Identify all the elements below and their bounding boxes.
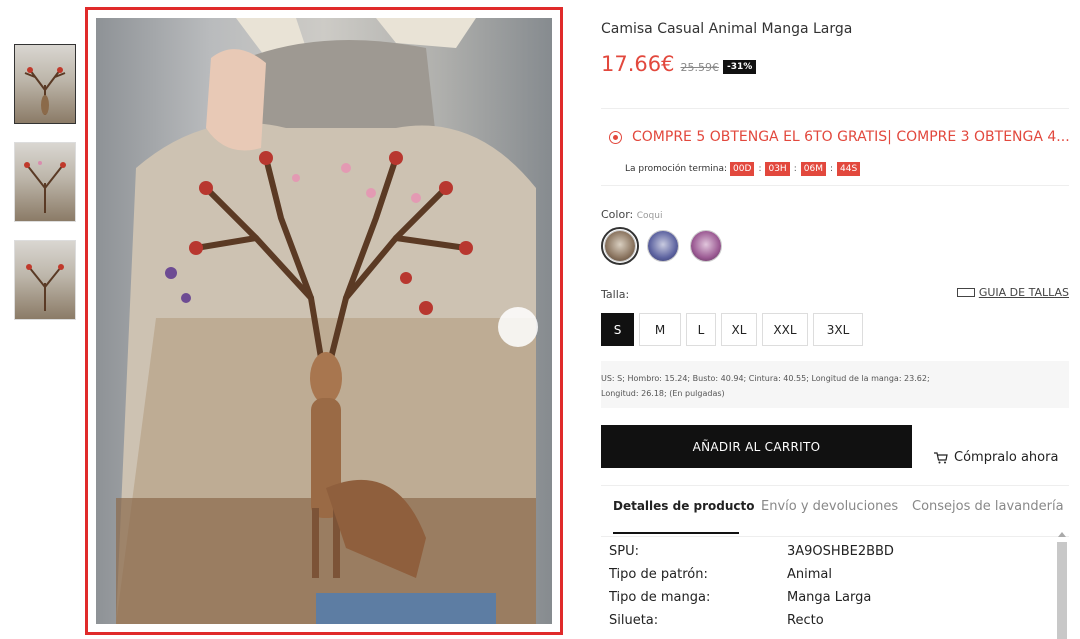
radio-dot-icon	[609, 130, 622, 144]
size-measurements: US: S; Hombro: 15.24; Busto: 40.94; Cint…	[601, 361, 1069, 408]
detail-key: SPU:	[609, 544, 639, 559]
detail-row: Tipo de patrón: Animal	[609, 567, 1054, 590]
tab-product-details[interactable]: Detalles de producto	[613, 499, 755, 513]
color-swatch-coqui[interactable]	[601, 227, 639, 265]
product-tabs: Detalles de producto Envío y devolucione…	[601, 485, 1069, 537]
detail-value: Manga Larga	[787, 590, 872, 605]
timer-minutes: 06M	[800, 162, 826, 176]
detail-key: Silueta:	[609, 613, 659, 628]
detail-key: Tipo de manga:	[609, 590, 711, 605]
cart-icon	[934, 451, 948, 464]
thumbnail-2[interactable]	[14, 142, 76, 222]
detail-value: Animal	[787, 567, 832, 582]
timer-label: La promoción termina:	[625, 164, 728, 174]
image-next-button[interactable]	[498, 307, 538, 347]
thumbnail-1[interactable]	[14, 44, 76, 124]
buy-now-link[interactable]: Cómpralo ahora	[934, 450, 1058, 465]
promotion-headline: COMPRE 5 OBTENGA EL 6TO GRATIS| COMPRE 3…	[632, 129, 1070, 145]
detail-row: Tipo de manga: Manga Larga	[609, 590, 1054, 613]
product-title: Camisa Casual Animal Manga Larga	[601, 21, 853, 37]
active-tab-indicator	[613, 532, 739, 534]
scroll-up-arrow-icon[interactable]	[1058, 532, 1066, 537]
scrollbar-thumb[interactable]	[1057, 542, 1067, 639]
size-option-l[interactable]: L	[686, 313, 716, 346]
tab-shipping-returns[interactable]: Envío y devoluciones	[761, 499, 898, 514]
ruler-icon	[956, 288, 975, 297]
color-swatch-blue[interactable]	[647, 230, 679, 262]
size-option-xxl[interactable]: XXL	[762, 313, 808, 346]
timer-days: 00D	[730, 162, 755, 176]
size-label: Talla:	[601, 288, 630, 301]
color-swatches	[601, 227, 733, 265]
tab-washing-tips[interactable]: Consejos de lavandería	[912, 499, 1064, 514]
main-product-image[interactable]	[85, 7, 563, 635]
size-option-xl[interactable]: XL	[721, 313, 757, 346]
discount-badge: -31%	[722, 60, 757, 74]
measurements-line-1: US: S; Hombro: 15.24; Busto: 40.94; Cint…	[601, 374, 930, 383]
sweater-image	[96, 18, 552, 624]
timer-seconds: 44S	[837, 162, 861, 176]
details-scrollbar[interactable]	[1055, 528, 1069, 639]
size-option-s[interactable]: S	[601, 313, 634, 346]
promotion-box: COMPRE 5 OBTENGA EL 6TO GRATIS| COMPRE 3…	[601, 108, 1070, 186]
measurements-line-2: Longitud: 26.18; (En pulgadas)	[601, 389, 725, 398]
current-price: 17.66€	[601, 52, 675, 76]
detail-row: Silueta: Recto	[609, 613, 1054, 636]
product-details-list: SPU: 3A9OSHBE2BBD Tipo de patrón: Animal…	[609, 544, 1054, 639]
size-option-3xl[interactable]: 3XL	[813, 313, 863, 346]
detail-value: Recto	[787, 613, 824, 628]
add-to-cart-button[interactable]: AÑADIR AL CARRITO	[601, 425, 912, 468]
thumbnail-3[interactable]	[14, 240, 76, 320]
price-row: 17.66€ 25.59€ -31%	[601, 52, 757, 76]
detail-value: 3A9OSHBE2BBD	[787, 544, 894, 559]
thumbnail-list	[14, 44, 76, 338]
timer-hours: 03H	[765, 162, 790, 176]
selected-color: Coqui	[636, 211, 663, 221]
promotion-headline-link[interactable]: COMPRE 5 OBTENGA EL 6TO GRATIS| COMPRE 3…	[609, 129, 1070, 145]
original-price: 25.59€	[680, 61, 719, 74]
size-option-m[interactable]: M	[639, 313, 681, 346]
detail-key: Tipo de patrón:	[609, 567, 708, 582]
promotion-timer: La promoción termina: 00D: 03H: 06M: 44S	[625, 162, 863, 176]
detail-row: SPU: 3A9OSHBE2BBD	[609, 544, 1054, 567]
size-guide-link[interactable]: GUIA DE TALLAS	[956, 286, 1069, 299]
size-options: S M L XL XXL 3XL	[601, 313, 868, 346]
color-label: Color: Coqui	[601, 208, 663, 221]
color-swatch-purple[interactable]	[690, 230, 722, 262]
